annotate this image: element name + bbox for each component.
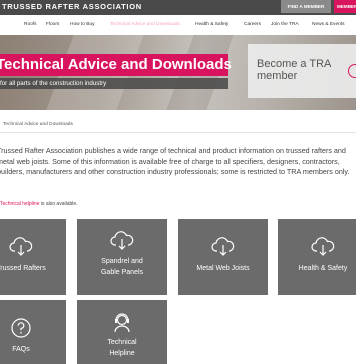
card-trussed-rafters[interactable]: Trussed Rafters — [0, 219, 66, 295]
cloud-download-icon — [110, 231, 134, 250]
intro-paragraph: Trussed Rafter Association publishes a w… — [0, 146, 350, 176]
nav-item-health-safety[interactable]: Health & Safety — [195, 22, 228, 27]
become-member-panel[interactable]: Become a TRA member — [248, 44, 356, 98]
headset-icon — [114, 313, 130, 333]
card-technical-helpline[interactable]: Technical Helpline — [77, 300, 167, 364]
nav-item-news[interactable]: News & Events — [312, 22, 345, 27]
find-member-button[interactable]: FIND A MEMBER — [281, 0, 331, 13]
helpline-note: Technical helpline is also available. — [0, 201, 78, 207]
card-label: Metal Web Joists — [196, 265, 250, 272]
nav-item-roofs[interactable]: Roofs — [24, 22, 37, 27]
nav-item-floors[interactable]: Floors — [46, 22, 59, 27]
card-faqs[interactable]: FAQs — [0, 300, 66, 364]
helpline-note-text: is also available. — [39, 201, 78, 207]
cloud-download-icon — [9, 237, 33, 256]
card-label: FAQs — [12, 346, 30, 353]
hero-title-box: Technical Advice and Downloads — [0, 54, 232, 76]
top-bar: TRUSSED RAFTER ASSOCIATION FIND A MEMBER… — [0, 0, 356, 15]
hero-subtitle-box: for all parts of the construction indust… — [0, 78, 228, 89]
cloud-download-icon — [211, 237, 235, 256]
page: TRUSSED RAFTER ASSOCIATION FIND A MEMBER… — [0, 0, 356, 364]
brand-logo[interactable]: TRUSSED RAFTER ASSOCIATION — [2, 2, 142, 11]
card-health-safety[interactable]: Health & Safety — [278, 219, 356, 295]
card-label: Health & Safety — [298, 265, 348, 272]
become-member-text: Become a TRA member — [257, 58, 331, 82]
card-label: Spandrel and Gable Panels — [100, 258, 144, 276]
hero-banner: Technical Advice and Downloads for all p… — [0, 35, 356, 110]
question-circle-icon — [11, 318, 31, 338]
nav-item-technical-advice[interactable]: Technical Advice and Downloads — [110, 22, 180, 27]
hero-subtitle: for all parts of the construction indust… — [0, 80, 107, 87]
nav-item-join[interactable]: Join the TRA — [271, 22, 299, 27]
cloud-download-icon — [311, 237, 335, 256]
breadcrumb-current: Technical Advice and Downloads — [3, 122, 73, 127]
card-label: Technical Helpline — [107, 339, 137, 357]
main-nav: Roofs Floors How to Buy Technical Advice… — [0, 15, 356, 35]
page-title: Technical Advice and Downloads — [0, 56, 232, 73]
arrow-circle-icon — [348, 64, 356, 78]
technical-helpline-link[interactable]: Technical helpline — [0, 201, 39, 207]
nav-item-careers[interactable]: Careers — [244, 22, 261, 27]
card-label: Trussed Rafters — [0, 265, 46, 272]
card-spandrel-gable-panels[interactable]: Spandrel and Gable Panels — [77, 219, 167, 295]
breadcrumb: Technical Advice and Downloads — [0, 117, 356, 133]
member-area-button[interactable]: MEMBER — [334, 0, 356, 13]
card-metal-web-joists[interactable]: Metal Web Joists — [178, 219, 268, 295]
nav-item-how-to-buy[interactable]: How to Buy — [70, 22, 95, 27]
